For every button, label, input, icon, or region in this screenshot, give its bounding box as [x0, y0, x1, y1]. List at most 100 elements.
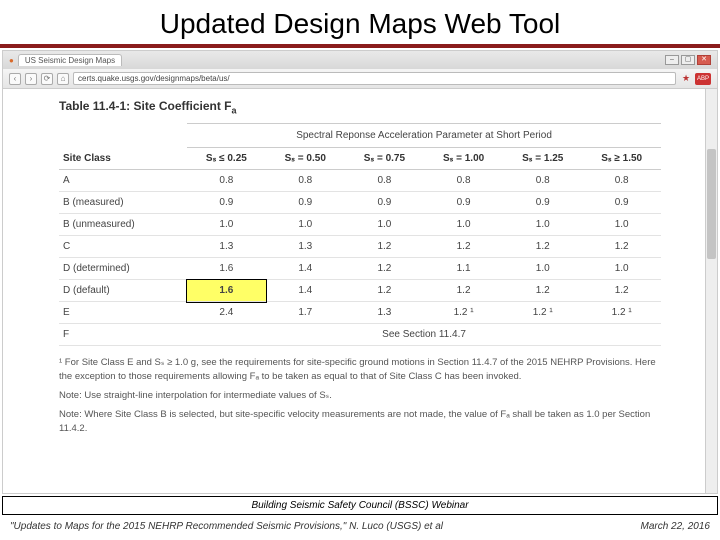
ribbon-banner: Building Seismic Safety Council (BSSC) W…	[2, 496, 718, 515]
bookmark-icon[interactable]: ★	[680, 73, 692, 85]
cell: 1.0	[266, 214, 345, 236]
browser-addressbar: ‹ › ⟳ ⌂ certs.quake.usgs.gov/designmaps/…	[3, 69, 717, 89]
row-label: D (default)	[59, 280, 187, 302]
table-row: B (unmeasured)1.01.01.01.01.01.0	[59, 214, 661, 236]
table-row: FSee Section 11.4.7	[59, 324, 661, 346]
footer-citation: "Updates to Maps for the 2015 NEHRP Reco…	[10, 521, 443, 532]
table-title: Table 11.4-1: Site Coefficient Fa	[59, 99, 661, 115]
cell: 0.9	[424, 192, 503, 214]
col-header: Sₛ = 1.25	[503, 148, 582, 170]
cell: 1.2	[503, 280, 582, 302]
browser-window: ● US Seismic Design Maps – ▢ ✕ ‹ › ⟳ ⌂ c…	[2, 50, 718, 494]
table-title-sub: a	[232, 105, 237, 115]
row-label: B (measured)	[59, 192, 187, 214]
maximize-button[interactable]: ▢	[681, 55, 695, 65]
row-label: A	[59, 170, 187, 192]
cell: 1.1	[424, 258, 503, 280]
page-content: Table 11.4-1: Site Coefficient Fa Spectr…	[3, 89, 717, 493]
cell: 0.8	[424, 170, 503, 192]
back-icon[interactable]: ‹	[9, 73, 21, 85]
cell: 1.4	[266, 280, 345, 302]
minimize-button[interactable]: –	[665, 55, 679, 65]
page-title: Updated Design Maps Web Tool	[0, 8, 720, 40]
cell: 1.2	[345, 236, 424, 258]
row-span-cell: See Section 11.4.7	[187, 324, 661, 346]
col-header: Sₛ ≥ 1.50	[582, 148, 661, 170]
note-1: ¹ For Site Class E and Sₛ ≥ 1.0 g, see t…	[59, 356, 661, 383]
cell: 1.2	[424, 280, 503, 302]
cell: 1.0	[503, 214, 582, 236]
close-button[interactable]: ✕	[697, 55, 711, 65]
cell: 0.8	[187, 170, 266, 192]
col-siteclass: Site Class	[59, 148, 187, 170]
cell: 1.0	[582, 258, 661, 280]
cell: 1.2	[424, 236, 503, 258]
note-2: Note: Use straight-line interpolation fo…	[59, 389, 661, 402]
cell: 0.8	[266, 170, 345, 192]
cell: 0.9	[582, 192, 661, 214]
cell: 1.2	[345, 280, 424, 302]
cell: 1.0	[345, 214, 424, 236]
row-label: F	[59, 324, 187, 346]
table-row: C1.31.31.21.21.21.2	[59, 236, 661, 258]
cell: 0.9	[187, 192, 266, 214]
cell: 2.4	[187, 302, 266, 324]
table-title-symbol: F	[224, 99, 231, 113]
col-header: Sₛ = 0.50	[266, 148, 345, 170]
scrollbar[interactable]	[705, 89, 717, 493]
table-title-prefix: Table 11.4-1: Site Coefficient	[59, 99, 224, 113]
cell: 0.8	[503, 170, 582, 192]
notes: ¹ For Site Class E and Sₛ ≥ 1.0 g, see t…	[59, 356, 661, 434]
cell: 1.0	[424, 214, 503, 236]
cell: 1.6	[187, 280, 266, 302]
cell: 1.3	[187, 236, 266, 258]
col-header: Sₛ = 0.75	[345, 148, 424, 170]
row-label: C	[59, 236, 187, 258]
cell: 0.9	[503, 192, 582, 214]
cell: 1.0	[187, 214, 266, 236]
table-body: A0.80.80.80.80.80.8B (measured)0.90.90.9…	[59, 170, 661, 346]
cell: 1.7	[266, 302, 345, 324]
cell: 1.3	[345, 302, 424, 324]
reload-icon[interactable]: ⟳	[41, 73, 53, 85]
footer-date: March 22, 2016	[641, 521, 711, 532]
browser-tabbar: ● US Seismic Design Maps – ▢ ✕	[3, 51, 717, 69]
table-row: E2.41.71.31.2 ¹1.2 ¹1.2 ¹	[59, 302, 661, 324]
table-row: D (determined)1.61.41.21.11.01.0	[59, 258, 661, 280]
row-label: D (determined)	[59, 258, 187, 280]
cell: 1.2	[582, 280, 661, 302]
cell: 1.2 ¹	[582, 302, 661, 324]
abp-icon[interactable]: ABP	[695, 73, 711, 85]
table-header-row: Site Class Sₛ ≤ 0.25Sₛ = 0.50Sₛ = 0.75Sₛ…	[59, 148, 661, 170]
firefox-icon: ●	[9, 56, 14, 65]
col-header: Sₛ ≤ 0.25	[187, 148, 266, 170]
table-row: D (default)1.61.41.21.21.21.2	[59, 280, 661, 302]
note-3: Note: Where Site Class B is selected, bu…	[59, 408, 661, 435]
col-header: Sₛ = 1.00	[424, 148, 503, 170]
browser-tab[interactable]: US Seismic Design Maps	[18, 54, 122, 66]
row-label: B (unmeasured)	[59, 214, 187, 236]
cell: 0.9	[345, 192, 424, 214]
window-controls: – ▢ ✕	[665, 55, 711, 65]
site-coefficient-table: Spectral Reponse Acceleration Parameter …	[59, 123, 661, 346]
forward-icon[interactable]: ›	[25, 73, 37, 85]
cell: 0.8	[345, 170, 424, 192]
cell: 1.2 ¹	[424, 302, 503, 324]
cell: 1.6	[187, 258, 266, 280]
row-label: E	[59, 302, 187, 324]
table-row: B (measured)0.90.90.90.90.90.9	[59, 192, 661, 214]
cell: 1.0	[503, 258, 582, 280]
home-icon[interactable]: ⌂	[57, 73, 69, 85]
url-field[interactable]: certs.quake.usgs.gov/designmaps/beta/us/	[73, 72, 676, 85]
cell: 1.2	[345, 258, 424, 280]
cell: 1.2 ¹	[503, 302, 582, 324]
footer: "Updates to Maps for the 2015 NEHRP Reco…	[0, 515, 720, 540]
cell: 0.8	[582, 170, 661, 192]
cell: 1.3	[266, 236, 345, 258]
cell: 1.2	[503, 236, 582, 258]
cell: 0.9	[266, 192, 345, 214]
cell: 1.2	[582, 236, 661, 258]
cell: 1.0	[582, 214, 661, 236]
table-row: A0.80.80.80.80.80.8	[59, 170, 661, 192]
scrollbar-thumb[interactable]	[707, 149, 716, 259]
